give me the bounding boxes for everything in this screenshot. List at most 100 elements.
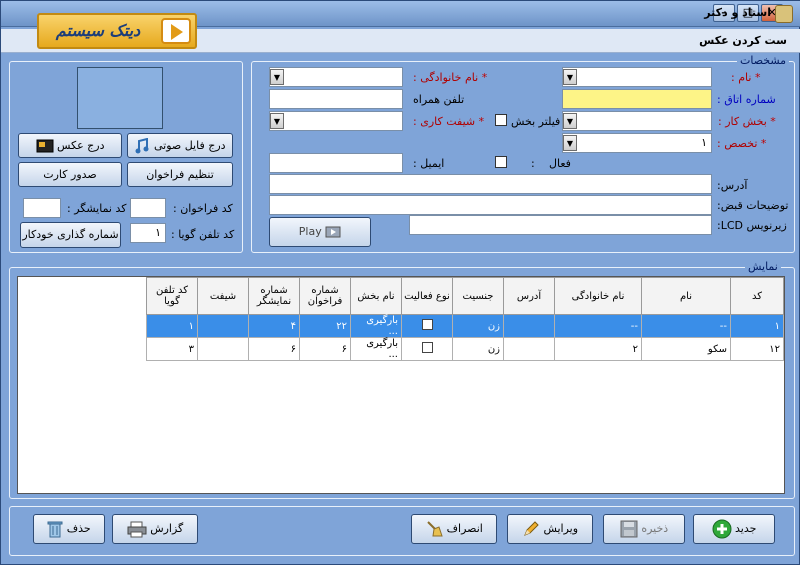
activity-checkbox[interactable] xyxy=(421,342,433,353)
records-grid: کد نام نام خانوادگی آدرس جنسیت نوع فعالی… xyxy=(17,276,785,494)
family-dropdown-icon[interactable]: ▼ xyxy=(270,69,284,85)
sub-title: ست کردن عکس xyxy=(699,34,787,47)
play-button[interactable]: Play xyxy=(269,217,371,247)
records-table: کد نام نام خانوادگی آدرس جنسیت نوع فعالی… xyxy=(146,277,784,361)
display-code-label: کد نمایشگر : xyxy=(67,202,127,215)
column-header-family[interactable]: نام خانوادگی xyxy=(554,277,642,315)
email-label: ایمیل : xyxy=(413,157,445,170)
active-colon: : xyxy=(531,157,535,170)
cell-family: -- xyxy=(554,314,642,338)
cell-department: بارگیری ... xyxy=(350,337,402,361)
lcd-subtitle-field[interactable] xyxy=(409,215,712,235)
column-header-display-number[interactable]: شماره نمایشگر xyxy=(248,277,300,315)
plus-icon xyxy=(712,519,732,539)
edit-button[interactable]: ویرایش xyxy=(507,514,593,544)
cell-shift xyxy=(197,314,249,338)
column-header-code[interactable]: کد xyxy=(730,277,784,315)
specialty-label: * تخصص : xyxy=(717,137,767,150)
receipt-description-field[interactable] xyxy=(269,195,712,215)
insert-photo-button[interactable]: درج عکس xyxy=(18,133,122,158)
receipt-description-label: توضیحات قبض: xyxy=(717,199,789,212)
auto-number-button[interactable]: شماره گذاری خودکار xyxy=(20,222,121,248)
play-icon xyxy=(325,226,341,238)
specialty-value: ۱ xyxy=(701,136,707,149)
display-group-label: نمایش xyxy=(745,260,781,273)
delete-button[interactable]: حذف xyxy=(33,514,105,544)
specialty-field[interactable]: ۱ xyxy=(562,133,712,153)
table-header-row: کد نام نام خانوادگی آدرس جنسیت نوع فعالی… xyxy=(146,277,784,315)
department-filter-checkbox[interactable] xyxy=(495,114,507,126)
column-header-call-number[interactable]: شماره فراخوان xyxy=(299,277,351,315)
photo-preview xyxy=(77,67,163,129)
column-header-activity[interactable]: نوع فعالیت xyxy=(401,277,453,315)
department-dropdown-icon[interactable]: ▼ xyxy=(563,113,577,129)
cell-activity xyxy=(401,314,453,338)
room-number-field[interactable] xyxy=(562,89,712,109)
insert-audio-button[interactable]: درج فایل صوتی xyxy=(127,133,233,158)
shift-field[interactable] xyxy=(269,111,403,131)
pencil-icon xyxy=(524,521,539,536)
email-field[interactable] xyxy=(269,153,403,173)
cell-gender: زن xyxy=(452,337,504,361)
name-label: * نام : xyxy=(731,71,761,84)
new-button[interactable]: جدید xyxy=(693,514,775,544)
name-field[interactable] xyxy=(562,67,712,87)
cell-shift xyxy=(197,337,249,361)
talker-code-value: ۱ xyxy=(155,226,161,239)
cell-display-number: ۴ xyxy=(248,314,300,338)
issue-card-button[interactable]: صدور کارت xyxy=(18,162,122,187)
column-header-talker-code[interactable]: کد تلفن گویا xyxy=(146,277,198,315)
printer-icon xyxy=(127,521,147,538)
column-header-shift[interactable]: شیفت xyxy=(197,277,249,315)
display-code-field[interactable] xyxy=(23,198,61,218)
column-header-gender[interactable]: جنسیت xyxy=(452,277,504,315)
app-icon xyxy=(775,5,793,23)
main-window: – □ ✕ استاد و دکتر ست کردن عکس دیتک سیست… xyxy=(0,0,800,565)
logo-text: دیتک سیستم xyxy=(55,21,141,40)
column-header-address[interactable]: آدرس xyxy=(503,277,555,315)
cancel-button[interactable]: انصراف xyxy=(411,514,497,544)
cell-talker-code: ۳ xyxy=(146,337,198,361)
cell-display-number: ۶ xyxy=(248,337,300,361)
cell-address xyxy=(503,337,555,361)
cell-department: بارگیری ... xyxy=(350,314,402,338)
column-header-department[interactable]: نام بخش xyxy=(350,277,402,315)
active-checkbox[interactable] xyxy=(495,156,507,168)
table-row[interactable]: ۱۲ سکو ۲ زن بارگیری ... ۶ ۶ ۳ xyxy=(146,337,784,361)
report-button[interactable]: گزارش xyxy=(112,514,198,544)
talker-code-field[interactable]: ۱ xyxy=(130,223,166,243)
activity-checkbox[interactable] xyxy=(421,319,433,330)
call-code-field[interactable] xyxy=(130,198,166,218)
company-logo: دیتک سیستم xyxy=(37,13,197,49)
mobile-field[interactable] xyxy=(269,89,403,109)
talker-code-label: کد تلفن گویا : xyxy=(171,228,235,241)
address-field[interactable] xyxy=(269,174,712,194)
active-label: فعال xyxy=(549,157,571,170)
cell-code: ۱۲ xyxy=(730,337,784,361)
music-note-icon xyxy=(135,138,149,154)
cell-name: سکو xyxy=(641,337,731,361)
department-field[interactable] xyxy=(562,111,712,131)
mobile-label: تلفن همراه xyxy=(413,93,465,106)
name-dropdown-icon[interactable]: ▼ xyxy=(563,69,577,85)
address-label: آدرس: xyxy=(717,179,748,192)
specialty-dropdown-icon[interactable]: ▼ xyxy=(563,135,577,151)
details-group-label: مشخصات xyxy=(737,54,790,67)
cell-call-number: ۲۲ xyxy=(299,314,351,338)
required-star: * xyxy=(754,71,761,84)
shift-dropdown-icon[interactable]: ▼ xyxy=(270,113,284,129)
department-label: * بخش کار : xyxy=(718,115,776,128)
column-header-name[interactable]: نام xyxy=(641,277,731,315)
floppy-disk-icon xyxy=(620,520,638,538)
room-number-label: شماره اتاق : xyxy=(717,93,776,106)
table-row[interactable]: ۱ -- -- زن بارگیری ... ۲۲ ۴ ۱ xyxy=(146,314,784,338)
family-label: * نام خانوادگی : xyxy=(413,71,488,84)
logo-mark-icon xyxy=(161,18,191,44)
cell-name: -- xyxy=(641,314,731,338)
shift-label: * شیفت کاری : xyxy=(413,115,485,128)
cell-talker-code: ۱ xyxy=(146,314,198,338)
save-button[interactable]: ذخیره xyxy=(603,514,685,544)
photo-card-icon xyxy=(36,139,53,153)
family-field[interactable] xyxy=(269,67,403,87)
set-call-button[interactable]: تنظیم فراخوان xyxy=(127,162,233,187)
